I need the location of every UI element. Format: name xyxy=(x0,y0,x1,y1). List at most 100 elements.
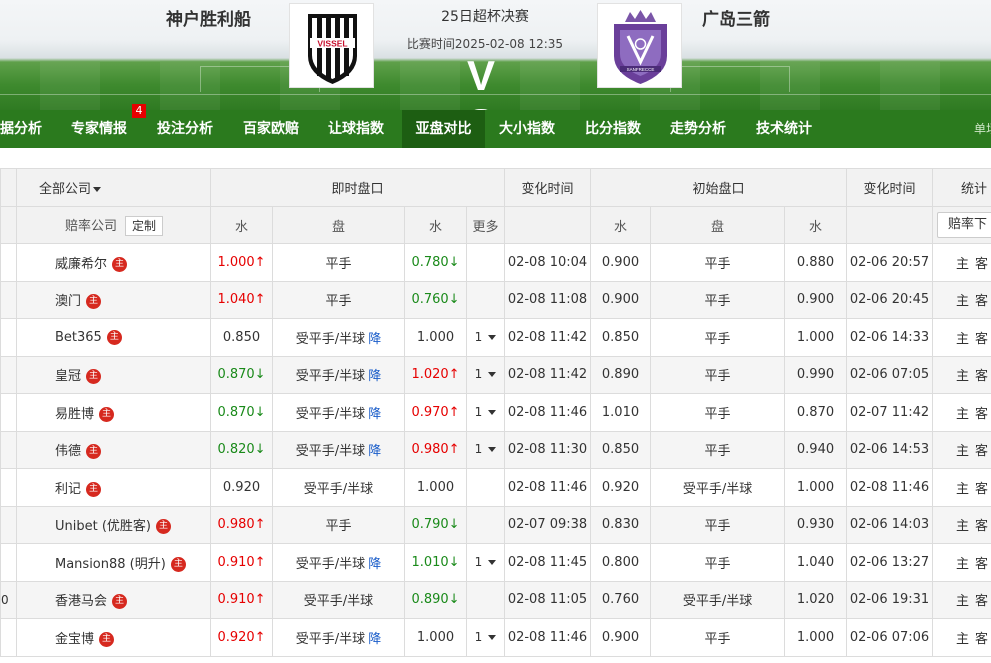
away-stat-link[interactable]: 客 xyxy=(975,253,988,272)
home-stat-link[interactable]: 主 xyxy=(956,515,969,534)
table-row[interactable]: Unibet (优胜客) 主 0.980↑ 平手 0.790↓ 02-07 09:38 0.… xyxy=(0,505,991,544)
stats-cell[interactable]: 主客 xyxy=(932,393,991,432)
custom-button[interactable]: 定制 xyxy=(125,215,164,236)
company-cell[interactable]: 易胜博主 xyxy=(16,393,211,432)
stats-cell[interactable]: 主客 xyxy=(932,318,991,357)
home-team-logo[interactable]: VISSEL xyxy=(289,3,374,88)
nav-right-link[interactable]: 单场 xyxy=(974,110,991,148)
company-cell[interactable]: Mansion88 (明升) 主 xyxy=(16,543,211,582)
home-stat-link[interactable]: 主 xyxy=(956,328,969,347)
table-row[interactable]: 威廉希尔主 1.000↑ 平手 0.780↓ 02-08 10:04 0.900 平手 0.8… xyxy=(0,243,991,282)
stats-cell[interactable]: 主客 xyxy=(932,505,991,544)
odds-cell[interactable]: 0.780↓ xyxy=(404,243,467,282)
company-filter-dropdown[interactable]: 全部公司 xyxy=(16,168,211,207)
away-stat-link[interactable]: 客 xyxy=(975,478,988,497)
odds-select-button[interactable]: 赔率下 xyxy=(937,212,991,238)
odds-cell[interactable]: 1.000 xyxy=(404,318,467,357)
away-stat-link[interactable]: 客 xyxy=(975,553,988,572)
odds-cell[interactable]: 0.790↓ xyxy=(404,505,467,544)
away-team-name[interactable]: 广岛三箭 xyxy=(702,5,770,30)
away-stat-link[interactable]: 客 xyxy=(975,440,988,459)
odds-cell[interactable]: 1.000 xyxy=(404,468,467,507)
odds-cell[interactable]: 1.010↓ xyxy=(404,543,467,582)
odds-cell[interactable]: 0.970↑ xyxy=(404,393,467,432)
stats-cell[interactable]: 主客 xyxy=(932,618,991,657)
tab-score-index[interactable]: 比分指数 xyxy=(585,110,651,148)
odds-cell[interactable]: 0.890↓ xyxy=(404,580,467,619)
tab-tech-stats[interactable]: 技术统计 xyxy=(756,110,822,148)
tab-european-odds[interactable]: 百家欧赔 xyxy=(243,110,309,148)
odds-cell[interactable]: 1.040↑ xyxy=(210,280,273,319)
away-stat-link[interactable]: 客 xyxy=(975,590,988,609)
home-stat-link[interactable]: 主 xyxy=(956,478,969,497)
table-row[interactable]: 利记主 0.920 受平手/半球 1.000 02-08 11:46 0.920 受平手/半… xyxy=(0,468,991,507)
stats-cell[interactable]: 主客 xyxy=(932,243,991,282)
stats-cell[interactable]: 主客 xyxy=(932,543,991,582)
home-stat-link[interactable]: 主 xyxy=(956,590,969,609)
home-stat-link[interactable]: 主 xyxy=(956,553,969,572)
home-stat-link[interactable]: 主 xyxy=(956,440,969,459)
home-stat-link[interactable]: 主 xyxy=(956,253,969,272)
more-cell[interactable] xyxy=(465,468,506,507)
company-cell[interactable]: 威廉希尔主 xyxy=(16,243,211,282)
odds-cell[interactable]: 1.000 xyxy=(404,618,467,657)
stats-cell[interactable]: 主客 xyxy=(932,468,991,507)
odds-cell[interactable]: 0.760↓ xyxy=(404,280,467,319)
more-cell[interactable]: 1 xyxy=(465,355,506,394)
odds-cell[interactable]: 0.980↑ xyxy=(404,430,467,469)
table-row[interactable]: 易胜博主 0.870↓ 受平手/半球降 0.970↑ 1 02-08 11:46 1.01… xyxy=(0,393,991,432)
company-cell[interactable]: 金宝博主 xyxy=(16,618,211,657)
odds-cell[interactable]: 1.000↑ xyxy=(210,243,273,282)
tab-asian-handicap[interactable]: 亚盘对比 xyxy=(402,110,485,148)
stats-cell[interactable]: 主客 xyxy=(932,580,991,619)
stats-cell[interactable]: 主客 xyxy=(932,355,991,394)
company-cell[interactable]: Unibet (优胜客) 主 xyxy=(16,505,211,544)
odds-cell[interactable]: 0.910↑ xyxy=(210,580,273,619)
odds-cell[interactable]: 0.980↑ xyxy=(210,505,273,544)
odds-cell[interactable]: 0.910↑ xyxy=(210,543,273,582)
odds-cell[interactable]: 0.820↓ xyxy=(210,430,273,469)
table-row[interactable]: Mansion88 (明升) 主 0.910↑ 受平手/半球降 1.010↓ 1 02-0… xyxy=(0,543,991,582)
more-cell[interactable] xyxy=(465,280,506,319)
more-cell[interactable]: 1 xyxy=(465,618,506,657)
away-team-logo[interactable]: SANFRECCE xyxy=(597,3,682,88)
home-stat-link[interactable]: 主 xyxy=(956,290,969,309)
company-cell[interactable]: 澳门主 xyxy=(16,280,211,319)
away-stat-link[interactable]: 客 xyxy=(975,515,988,534)
away-stat-link[interactable]: 客 xyxy=(975,628,988,647)
away-stat-link[interactable]: 客 xyxy=(975,365,988,384)
tab-trend-analysis[interactable]: 走势分析 xyxy=(670,110,736,148)
tab-data-analysis[interactable]: 据分析 xyxy=(0,110,50,148)
more-cell[interactable]: 1 xyxy=(465,543,506,582)
more-cell[interactable]: 1 xyxy=(465,430,506,469)
home-stat-link[interactable]: 主 xyxy=(956,628,969,647)
tab-handicap-index[interactable]: 让球指数 xyxy=(328,110,394,148)
more-cell[interactable] xyxy=(465,243,506,282)
table-row[interactable]: 澳门主 1.040↑ 平手 0.760↓ 02-08 11:08 0.900 平手 0.900… xyxy=(0,280,991,319)
odds-cell[interactable]: 0.920 xyxy=(210,468,273,507)
company-cell[interactable]: Bet365 主 xyxy=(16,318,211,357)
more-cell[interactable]: 1 xyxy=(465,393,506,432)
stats-cell[interactable]: 主客 xyxy=(932,280,991,319)
company-cell[interactable]: 皇冠主 xyxy=(16,355,211,394)
table-row[interactable]: 伟德主 0.820↓ 受平手/半球降 0.980↑ 1 02-08 11:30 0.850… xyxy=(0,430,991,469)
company-cell[interactable]: 利记主 xyxy=(16,468,211,507)
odds-cell[interactable]: 0.920↑ xyxy=(210,618,273,657)
tab-over-under[interactable]: 大小指数 xyxy=(499,110,565,148)
odds-cell[interactable]: 0.850 xyxy=(210,318,273,357)
company-cell[interactable]: 香港马会主 xyxy=(16,580,211,619)
stats-cell[interactable]: 主客 xyxy=(932,430,991,469)
table-row[interactable]: 0 香港马会主 0.910↑ 受平手/半球 0.890↓ 02-08 11:05 0.760… xyxy=(0,580,991,619)
table-row[interactable]: 皇冠主 0.870↓ 受平手/半球降 1.020↑ 1 02-08 11:42 0.890… xyxy=(0,355,991,394)
more-cell[interactable]: 1 xyxy=(465,318,506,357)
more-cell[interactable] xyxy=(465,580,506,619)
table-row[interactable]: Bet365 主 0.850 受平手/半球降 1.000 1 02-08 11:42 0.8… xyxy=(0,318,991,357)
home-stat-link[interactable]: 主 xyxy=(956,365,969,384)
company-cell[interactable]: 伟德主 xyxy=(16,430,211,469)
odds-cell[interactable]: 0.870↓ xyxy=(210,393,273,432)
table-row[interactable]: 金宝博主 0.920↑ 受平手/半球降 1.000 1 02-08 11:46 0.900… xyxy=(0,618,991,657)
home-stat-link[interactable]: 主 xyxy=(956,403,969,422)
tab-betting-analysis[interactable]: 投注分析 xyxy=(157,110,223,148)
more-cell[interactable] xyxy=(465,505,506,544)
home-team-name[interactable]: 神户胜利船 xyxy=(166,5,251,30)
